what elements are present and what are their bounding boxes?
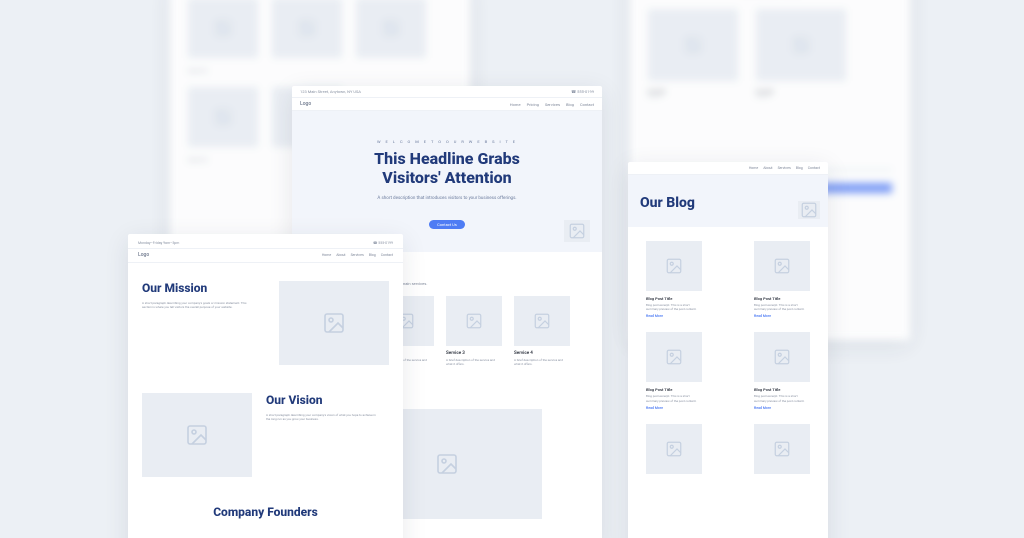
image-placeholder-icon — [564, 220, 590, 242]
vision-paragraph: A short paragraph describing your compan… — [266, 413, 376, 421]
post-date: Jan 2023 — [648, 94, 738, 98]
vision-section: Our Vision A short paragraph describing … — [128, 375, 403, 495]
service-title: Service 3 — [446, 351, 502, 356]
image-placeholder — [279, 281, 389, 365]
image-placeholder — [188, 0, 258, 58]
service-card[interactable]: Service 4 A brief description of the ser… — [514, 296, 570, 366]
nav-item-about[interactable]: About — [763, 166, 772, 170]
image-placeholder — [356, 0, 426, 58]
post-title: Blog Post Title — [646, 387, 702, 392]
hero-section: W E L C O M E T O O U R W E B S I T E Th… — [292, 111, 602, 252]
blog-post-card[interactable] — [754, 424, 810, 479]
mission-section: Our Mission A short paragraph describing… — [128, 263, 403, 375]
nav-bar: Home About Services Blog Contact — [628, 162, 828, 175]
top-phone: ☎ 555-0199 — [373, 241, 393, 245]
about-page-mockup: Monday–Friday 9am–5pm ☎ 555-0199 Logo Ho… — [128, 234, 403, 538]
post-excerpt: Blog post excerpt. This is a short summa… — [646, 394, 702, 402]
nav-item-pricing[interactable]: Pricing — [527, 102, 539, 107]
image-placeholder — [646, 332, 702, 382]
nav-item-contact[interactable]: Contact — [808, 166, 820, 170]
nav-item-home[interactable]: Home — [749, 166, 758, 170]
blog-heading: Our Blog — [640, 195, 816, 211]
founders-section: Company Founders — [128, 495, 403, 519]
blog-post-card[interactable]: Blog Post Title Blog post excerpt. This … — [754, 332, 810, 409]
image-placeholder-icon — [798, 201, 820, 219]
image-placeholder — [754, 332, 810, 382]
service-card[interactable]: Service 3 A brief description of the ser… — [446, 296, 502, 366]
service-desc: A brief description of the service and w… — [446, 358, 502, 366]
image-placeholder — [648, 9, 738, 81]
nav-bar: Logo Home Pricing Services Blog Contact — [292, 98, 602, 111]
image-placeholder — [754, 241, 810, 291]
nav-menu: Home Pricing Services Blog Contact — [510, 102, 594, 107]
blog-hero: Our Blog — [628, 175, 828, 227]
nav-item-contact[interactable]: Contact — [381, 253, 393, 257]
nav-item-services[interactable]: Services — [351, 253, 364, 257]
blog-post-card[interactable]: Blog Post Title Blog post excerpt. This … — [754, 241, 810, 318]
nav-item-about[interactable]: About — [336, 253, 345, 257]
blog-post-card[interactable]: Blog Post Title Blog post excerpt. This … — [646, 332, 702, 409]
top-info-bar: Monday–Friday 9am–5pm ☎ 555-0199 — [128, 238, 403, 249]
post-title: Blog Post Title — [754, 387, 810, 392]
post-excerpt: Blog post excerpt. This is a short summa… — [646, 303, 702, 311]
nav-bar: Logo Home About Services Blog Contact — [128, 249, 403, 263]
image-placeholder — [188, 87, 258, 147]
image-placeholder — [754, 424, 810, 474]
post-title: Blog Post Title — [646, 296, 702, 301]
logo[interactable]: Logo — [138, 252, 149, 258]
contact-us-button[interactable]: Contact Us — [429, 220, 465, 229]
post-title: Blog Post Title — [754, 296, 810, 301]
hero-headline-line1: This Headline Grabs — [374, 149, 520, 168]
top-phone: ☎ 555-0199 — [571, 89, 594, 94]
image-placeholder — [142, 393, 252, 477]
caption: Duplex File — [188, 68, 452, 73]
service-title: Service 4 — [514, 351, 570, 356]
nav-item-contact[interactable]: Contact — [580, 102, 594, 107]
top-info-bar: 123 Main Street, Anytown, NY USA ☎ 555-0… — [292, 86, 602, 98]
read-more-link[interactable]: Read More — [646, 406, 702, 410]
image-placeholder — [272, 0, 342, 58]
read-more-link[interactable]: Read More — [646, 314, 702, 318]
nav-item-home[interactable]: Home — [510, 102, 521, 107]
image-placeholder — [646, 241, 702, 291]
founders-heading: Company Founders — [128, 505, 403, 519]
logo[interactable]: Logo — [300, 101, 311, 107]
nav-item-blog[interactable]: Blog — [369, 253, 376, 257]
post-excerpt: Blog post excerpt. This is a short summa… — [754, 303, 810, 311]
stage: Duplex File Duplex File Related Posts Po… — [0, 0, 1024, 538]
nav-item-services[interactable]: Services — [545, 102, 560, 107]
post-date: Jan 2023 — [756, 94, 846, 98]
image-placeholder — [756, 9, 846, 81]
blog-grid: Blog Post Title Blog post excerpt. This … — [628, 227, 828, 493]
top-hours: Monday–Friday 9am–5pm — [138, 241, 179, 245]
nav-menu: Home About Services Blog Contact — [322, 253, 393, 257]
image-placeholder — [646, 424, 702, 474]
post-excerpt: Blog post excerpt. This is a short summa… — [754, 394, 810, 402]
nav-item-blog[interactable]: Blog — [566, 102, 574, 107]
hero-eyebrow: W E L C O M E T O O U R W E B S I T E — [310, 139, 584, 144]
read-more-link[interactable]: Read More — [754, 406, 810, 410]
hero-subtext: A short description that introduces visi… — [310, 196, 584, 201]
mission-paragraph: A short paragraph describing your compan… — [142, 301, 252, 309]
service-desc: A brief description of the service and w… — [514, 358, 570, 366]
blog-post-card[interactable]: Blog Post Title Blog post excerpt. This … — [646, 241, 702, 318]
blog-post-card[interactable] — [646, 424, 702, 479]
nav-item-blog[interactable]: Blog — [796, 166, 803, 170]
hero-headline: This Headline Grabs Visitors' Attention — [310, 150, 584, 188]
nav-menu: Home About Services Blog Contact — [749, 166, 820, 170]
mission-heading: Our Mission — [142, 281, 265, 295]
nav-item-home[interactable]: Home — [322, 253, 331, 257]
hero-headline-line2: Visitors' Attention — [382, 168, 511, 187]
top-address: 123 Main Street, Anytown, NY USA — [300, 89, 361, 94]
image-placeholder — [446, 296, 502, 346]
nav-item-services[interactable]: Services — [778, 166, 791, 170]
image-placeholder — [514, 296, 570, 346]
vision-heading: Our Vision — [266, 393, 389, 407]
read-more-link[interactable]: Read More — [754, 314, 810, 318]
blog-page-mockup: Home About Services Blog Contact Our Blo… — [628, 162, 828, 538]
